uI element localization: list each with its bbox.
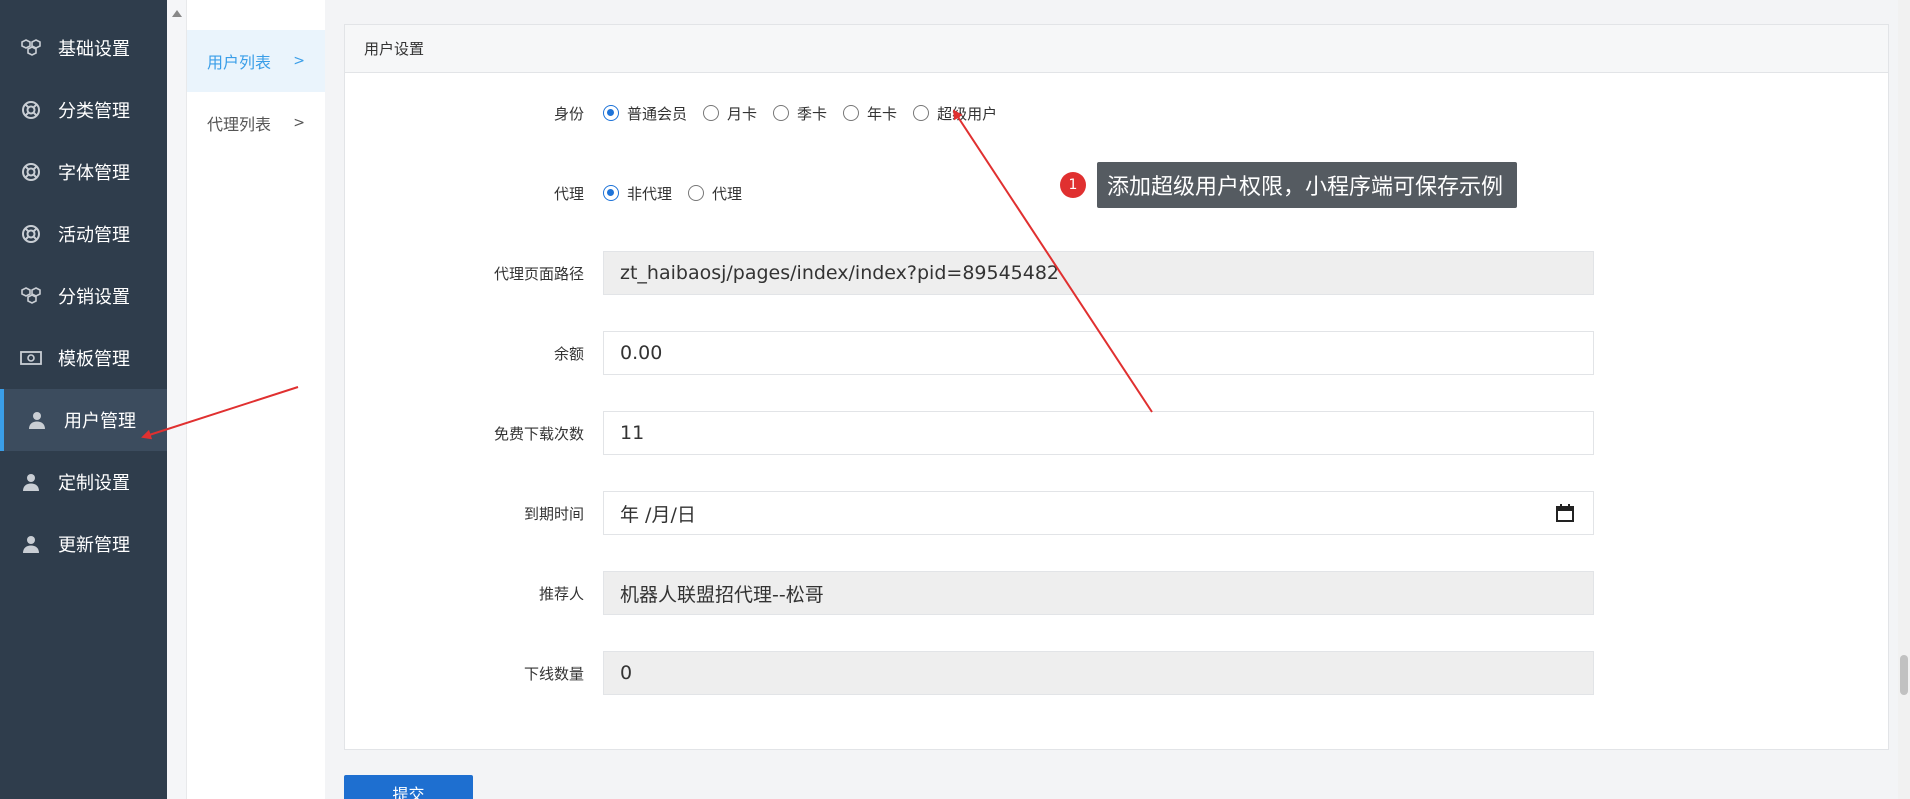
identity-option-super[interactable]: 超级用户 [913,103,997,124]
agent-option-none[interactable]: 非代理 [603,183,672,204]
agent-radio-group: 非代理 代理 [603,183,758,204]
chevron-right-icon: > [293,115,305,131]
user-icon [20,471,42,493]
agent-option-agent[interactable]: 代理 [688,183,742,204]
downline-field[interactable]: 0 [603,651,1594,695]
radio-checked[interactable] [603,185,619,201]
identity-option-normal[interactable]: 普通会员 [603,103,687,124]
radio[interactable] [913,105,930,121]
balance-input[interactable]: 0.00 [603,331,1594,375]
expire-label: 到期时间 [523,504,584,523]
referrer-row: 推荐人 机器人联盟招代理--松哥 [345,571,1888,615]
referrer-label: 推荐人 [538,584,584,603]
identity-option-season[interactable]: 季卡 [773,103,827,124]
option-label: 普通会员 [627,104,688,123]
expire-row: 到期时间 年 /月/日 [345,491,1888,535]
free-downloads-label: 免费下载次数 [493,424,584,443]
subnav-item-agent-list[interactable]: 代理列表 > [187,92,325,154]
identity-option-year[interactable]: 年卡 [843,103,897,124]
radio[interactable] [773,105,790,121]
money-icon [20,347,42,369]
agent-path-label: 代理页面路径 [493,264,584,283]
expire-date-input[interactable]: 年 /月/日 [603,491,1594,535]
radio[interactable] [688,185,705,201]
identity-label: 身份 [553,104,584,123]
radio-checked[interactable] [603,105,619,121]
annotation-badge: 1 [1060,172,1086,198]
lifebuoy-icon [20,99,42,121]
free-downloads-input[interactable]: 11 [603,411,1594,455]
sidebar-item-label: 定制设置 [58,473,130,494]
option-label: 月卡 [727,104,758,123]
lifebuoy-icon [20,223,42,245]
scroll-up-icon[interactable] [172,10,182,17]
sidebar-item-font[interactable]: 字体管理 [0,141,167,203]
submit-button[interactable]: 提交 [344,775,473,799]
option-label: 年卡 [867,104,898,123]
sidebar-item-basic-settings[interactable]: 基础设置 [0,17,167,79]
sidebar-item-distribution[interactable]: 分销设置 [0,265,167,327]
sidebar-item-label: 分销设置 [58,287,130,308]
agent-path-row: 代理页面路径 zt_haibaosj/pages/index/index?pid… [345,251,1888,295]
sidebar-item-label: 模板管理 [58,349,130,370]
agent-path-field[interactable]: zt_haibaosj/pages/index/index?pid=895454… [603,251,1594,295]
downline-label: 下线数量 [523,664,584,683]
sidebar-item-label: 基础设置 [58,39,130,60]
referrer-field[interactable]: 机器人联盟招代理--松哥 [603,571,1594,615]
sidebar-item-category[interactable]: 分类管理 [0,79,167,141]
option-label: 超级用户 [937,104,998,123]
sidebar: 基础设置 分类管理 字体管理 活动管理 分销设置 模板管理 用户管理 定制设置 … [0,0,167,799]
option-label: 非代理 [627,184,673,203]
subnav-item-label: 用户列表 [207,53,272,72]
sidebar-item-label: 更新管理 [58,535,130,556]
free-downloads-row: 免费下载次数 11 [345,411,1888,455]
chevron-right-icon: > [293,53,305,69]
balance-label: 余额 [553,344,584,363]
user-icon [20,533,42,555]
sidebar-item-activity[interactable]: 活动管理 [0,203,167,265]
sidebar-item-label: 用户管理 [64,411,136,432]
cubes-icon [20,285,42,307]
identity-option-month[interactable]: 月卡 [703,103,757,124]
page-scrollbar[interactable] [1898,0,1910,799]
subnav-item-user-list[interactable]: 用户列表 > [187,30,325,92]
user-icon [26,409,48,431]
identity-row: 身份 普通会员 月卡 季卡 年卡 超级用户 [345,91,1888,135]
lifebuoy-icon [20,161,42,183]
sub-navigation: 用户列表 > 代理列表 > [187,0,325,799]
sidebar-scrollbar[interactable] [167,0,187,799]
subnav-item-label: 代理列表 [207,115,272,134]
user-settings-panel: 用户设置 身份 普通会员 月卡 季卡 年卡 超级用户 代理 非代理 代理 代理页… [344,24,1889,750]
sidebar-item-label: 活动管理 [58,225,130,246]
agent-label: 代理 [553,184,584,203]
identity-radio-group: 普通会员 月卡 季卡 年卡 超级用户 [603,103,1013,124]
scrollbar-thumb[interactable] [1900,655,1908,695]
sidebar-item-label: 字体管理 [58,163,130,184]
sidebar-item-label: 分类管理 [58,101,130,122]
balance-row: 余额 0.00 [345,331,1888,375]
downline-row: 下线数量 0 [345,651,1888,695]
sidebar-item-users[interactable]: 用户管理 [0,389,167,451]
radio[interactable] [703,105,720,121]
sidebar-item-update[interactable]: 更新管理 [0,513,167,575]
radio[interactable] [843,105,860,121]
date-placeholder: 年 /月/日 [620,503,696,526]
annotation-note: 添加超级用户权限，小程序端可保存示例 [1097,162,1518,208]
option-label: 季卡 [797,104,828,123]
sidebar-item-custom[interactable]: 定制设置 [0,451,167,513]
calendar-icon[interactable] [1555,503,1575,528]
option-label: 代理 [712,184,743,203]
cubes-icon [20,37,42,59]
sidebar-item-template[interactable]: 模板管理 [0,327,167,389]
panel-title: 用户设置 [345,25,1888,73]
